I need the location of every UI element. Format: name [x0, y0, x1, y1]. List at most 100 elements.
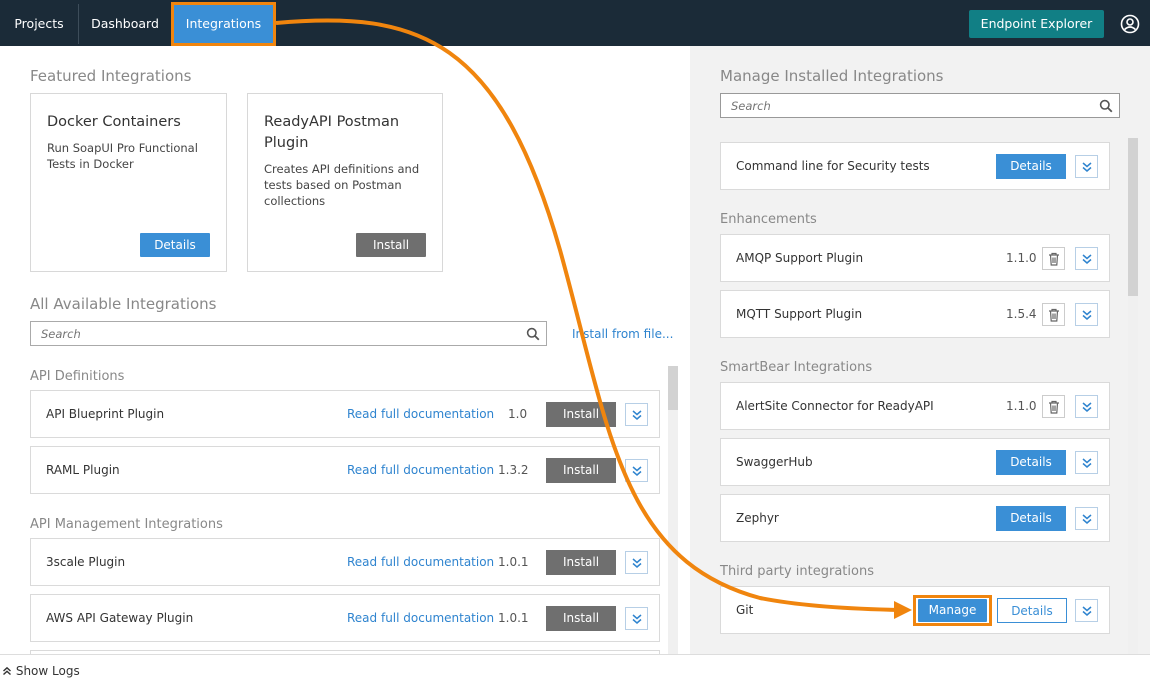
user-account-icon[interactable] [1120, 14, 1140, 34]
expand-button[interactable] [625, 607, 648, 630]
smartbear-integrations-title: SmartBear Integrations [720, 360, 873, 375]
chevron-double-down-icon [632, 410, 642, 420]
chevron-double-down-icon [1082, 162, 1092, 172]
integration-name: Git [736, 603, 754, 617]
details-button[interactable]: Details [996, 506, 1066, 531]
installed-search-field[interactable] [720, 93, 1120, 118]
featured-card-docker: Docker Containers Run SoapUI Pro Functio… [30, 93, 227, 272]
manage-installed-title: Manage Installed Integrations [720, 67, 944, 85]
left-scrollbar[interactable] [668, 366, 678, 654]
featured-card-title: Docker Containers [47, 114, 181, 130]
details-button[interactable]: Details [996, 154, 1066, 179]
available-search-field[interactable] [30, 321, 547, 346]
integration-version: 1.0.1 [498, 555, 529, 569]
featured-card-description: Creates API definitions and tests based … [264, 162, 420, 208]
list-item: AMQP Support Plugin 1.1.0 [720, 234, 1110, 282]
expand-button[interactable] [625, 551, 648, 574]
docker-details-button[interactable]: Details [140, 233, 210, 257]
available-search-input[interactable] [31, 322, 546, 345]
expand-button[interactable] [1075, 507, 1098, 530]
list-item: AlertSite Connector for ReadyAPI 1.1.0 [720, 382, 1110, 430]
list-item: SwaggerHub Details [720, 438, 1110, 486]
chevron-double-down-icon [1082, 310, 1092, 320]
nav-integrations[interactable]: Integrations [171, 2, 276, 46]
top-navigation-bar: Projects Dashboard Integrations Endpoint… [0, 0, 1150, 46]
expand-button[interactable] [1075, 451, 1098, 474]
install-button[interactable]: Install [546, 606, 616, 631]
expand-button[interactable] [1075, 155, 1098, 178]
read-documentation-link[interactable]: Read full documentation [347, 611, 494, 625]
git-manage-button[interactable]: Manage [918, 599, 987, 622]
expand-button[interactable] [1075, 599, 1098, 622]
expand-button[interactable] [1075, 303, 1098, 326]
expand-button[interactable] [625, 403, 648, 426]
integration-name: AWS API Gateway Plugin [46, 611, 194, 625]
left-scrollbar-thumb[interactable] [668, 366, 678, 410]
integration-name: RAML Plugin [46, 463, 120, 477]
show-logs-label: Show Logs [15, 664, 80, 678]
integration-version: 1.5.4 [1006, 307, 1037, 321]
integration-name: Command line for Security tests [736, 159, 930, 173]
install-from-file-link[interactable]: Install from file... [572, 327, 673, 341]
expand-button[interactable] [625, 459, 648, 482]
chevron-double-down-icon [1082, 514, 1092, 524]
uninstall-button[interactable] [1042, 303, 1065, 326]
endpoint-explorer-button[interactable]: Endpoint Explorer [969, 10, 1104, 38]
list-item: MQTT Support Plugin 1.5.4 [720, 290, 1110, 338]
postman-install-button[interactable]: Install [356, 233, 426, 257]
integration-version: 1.3.2 [498, 463, 529, 477]
integration-name: 3scale Plugin [46, 555, 126, 569]
install-button[interactable]: Install [546, 550, 616, 575]
integration-version: 1.1.0 [1006, 399, 1037, 413]
integration-name: API Blueprint Plugin [46, 407, 165, 421]
git-details-button[interactable]: Details [997, 598, 1067, 623]
trash-icon [1049, 400, 1059, 414]
read-documentation-link[interactable]: Read full documentation [347, 407, 494, 421]
trash-icon [1049, 308, 1059, 322]
installed-search-input[interactable] [721, 94, 1119, 117]
footer-bar: Show Logs [0, 654, 1150, 682]
uninstall-button[interactable] [1042, 247, 1065, 270]
integration-name: AMQP Support Plugin [736, 251, 864, 265]
list-item: Zephyr Details [720, 494, 1110, 542]
integration-version: 1.1.0 [1006, 251, 1037, 265]
featured-card-description: Run SoapUI Pro Functional Tests in Docke… [47, 141, 198, 171]
nav-dashboard[interactable]: Dashboard [79, 4, 171, 44]
list-item: Command line for Security tests Details [720, 142, 1110, 190]
uninstall-button[interactable] [1042, 395, 1065, 418]
expand-button[interactable] [1075, 395, 1098, 418]
integration-version: 1.0.1 [498, 611, 529, 625]
search-icon[interactable] [526, 327, 540, 341]
right-scrollbar[interactable] [1128, 138, 1138, 654]
third-party-integrations-title: Third party integrations [720, 564, 874, 579]
trash-icon [1049, 252, 1059, 266]
featured-integrations-title: Featured Integrations [30, 67, 192, 85]
list-item: 3scale Plugin Read full documentation 1.… [30, 538, 660, 586]
featured-card-postman: ReadyAPI Postman Plugin Creates API defi… [247, 93, 443, 272]
search-icon[interactable] [1099, 99, 1113, 113]
nav-projects[interactable]: Projects [0, 4, 78, 44]
api-management-title: API Management Integrations [30, 517, 223, 532]
details-button[interactable]: Details [996, 450, 1066, 475]
right-scrollbar-thumb[interactable] [1128, 138, 1138, 296]
read-documentation-link[interactable]: Read full documentation [347, 463, 494, 477]
chevron-double-down-icon [1082, 458, 1092, 468]
chevron-double-down-icon [632, 558, 642, 568]
list-item: API Blueprint Plugin Read full documenta… [30, 390, 660, 438]
chevron-double-up-icon [3, 666, 11, 676]
install-button[interactable]: Install [546, 458, 616, 483]
chevron-double-down-icon [1082, 402, 1092, 412]
featured-card-title: ReadyAPI Postman Plugin [264, 114, 400, 151]
list-item: RAML Plugin Read full documentation 1.3.… [30, 446, 660, 494]
install-button[interactable]: Install [546, 402, 616, 427]
show-logs-toggle[interactable]: Show Logs [2, 664, 80, 678]
integration-version: 1.0 [508, 407, 528, 421]
api-definitions-title: API Definitions [30, 369, 125, 384]
chevron-double-down-icon [632, 466, 642, 476]
read-documentation-link[interactable]: Read full documentation [347, 555, 494, 569]
integration-name: AlertSite Connector for ReadyAPI [736, 399, 934, 413]
available-integrations-panel: Featured Integrations Docker Containers … [0, 46, 690, 654]
expand-button[interactable] [1075, 247, 1098, 270]
list-item: AWS API Gateway Plugin Read full documen… [30, 594, 660, 642]
chevron-double-down-icon [1082, 606, 1092, 616]
